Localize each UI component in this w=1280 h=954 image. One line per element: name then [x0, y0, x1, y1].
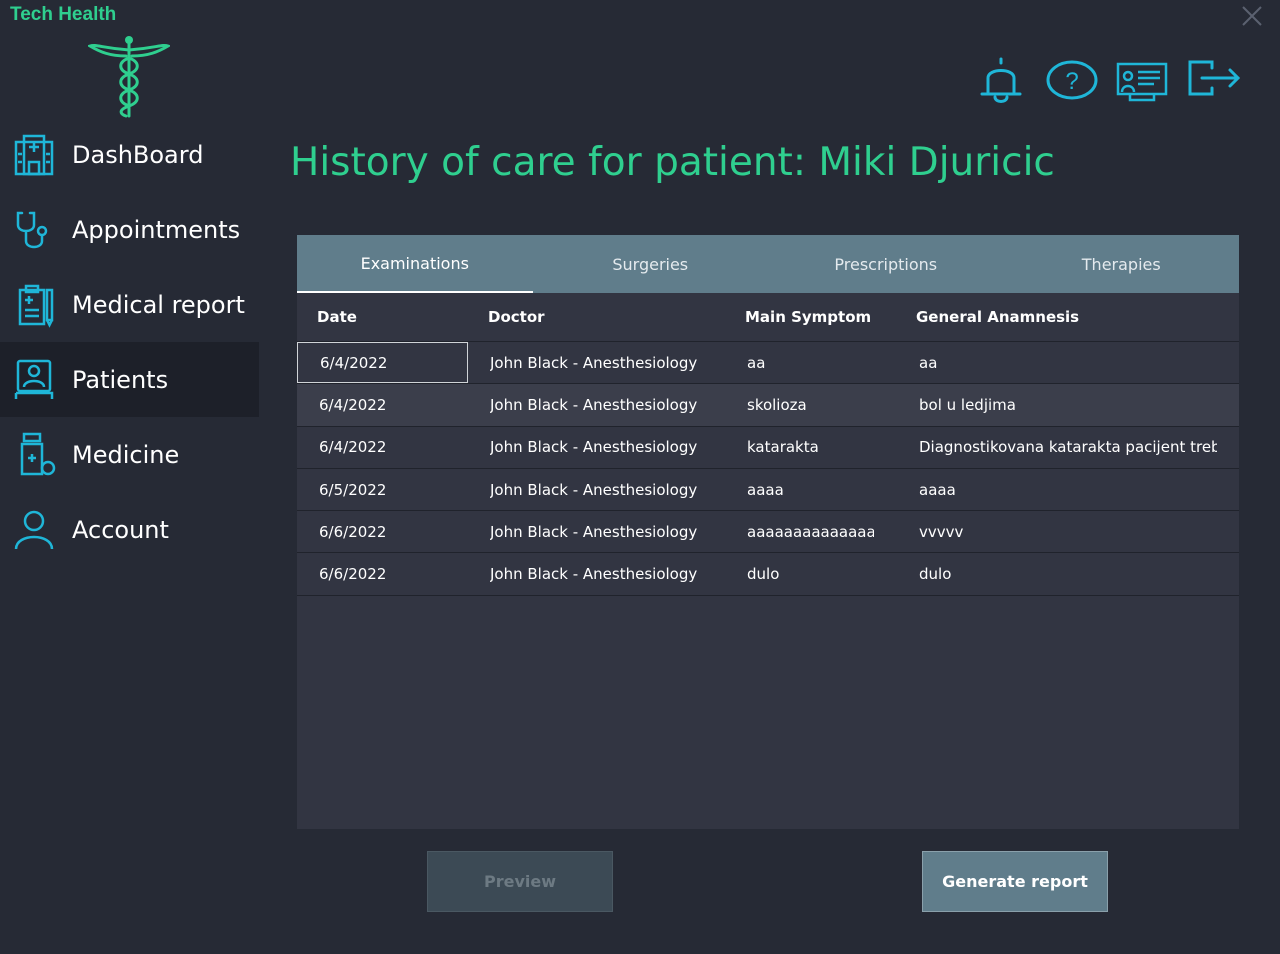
history-panel: Examinations Surgeries Prescriptions The…	[297, 235, 1239, 829]
sidebar-item-label: Medicine	[72, 440, 180, 469]
sidebar-item-appointments[interactable]: Appointments	[0, 192, 259, 267]
tab-surgeries[interactable]: Surgeries	[533, 235, 769, 293]
sidebar-item-label: DashBoard	[72, 140, 204, 169]
table-row[interactable]: 6/5/2022 John Black - Anesthesiology aaa…	[297, 469, 1239, 512]
cell-main-symptom[interactable]: katarakta	[747, 427, 874, 468]
sidebar-item-account[interactable]: Account	[0, 492, 259, 567]
sidebar-item-label: Account	[72, 515, 169, 544]
cell-date[interactable]: 6/6/2022	[319, 511, 459, 552]
cell-doctor[interactable]: John Black - Anesthesiology	[490, 469, 740, 510]
cell-doctor[interactable]: John Black - Anesthesiology	[490, 511, 740, 552]
column-header-doctor[interactable]: Doctor	[488, 293, 545, 341]
svg-text:?: ?	[1065, 68, 1078, 95]
cell-date[interactable]: 6/4/2022	[319, 427, 459, 468]
cell-doctor[interactable]: John Black - Anesthesiology	[490, 427, 740, 468]
table-row[interactable]: 6/6/2022 John Black - Anesthesiology dul…	[297, 553, 1239, 596]
table-header: Date Doctor Main Symptom General Anamnes…	[297, 293, 1239, 342]
caduceus-logo-icon	[88, 36, 170, 118]
help-icon[interactable]: ?	[1046, 56, 1098, 104]
bell-icon[interactable]	[976, 56, 1026, 104]
cell-date[interactable]: 6/6/2022	[319, 553, 459, 594]
clipboard-icon	[18, 284, 54, 328]
preview-button[interactable]: Preview	[427, 851, 613, 912]
cell-general-anamnesis[interactable]: aaaa	[919, 469, 1217, 510]
sidebar-item-medicine[interactable]: Medicine	[0, 417, 259, 492]
sidebar-item-label: Appointments	[72, 215, 241, 244]
cell-main-symptom[interactable]: aaaa	[747, 469, 874, 510]
cell-main-symptom[interactable]: aa	[747, 342, 874, 383]
cell-date[interactable]: 6/5/2022	[319, 469, 459, 510]
app-title: Tech Health	[10, 4, 117, 25]
cell-general-anamnesis[interactable]: Diagnostikovana katarakta pacijent treba	[919, 427, 1217, 468]
cell-main-symptom[interactable]: dulo	[747, 553, 874, 594]
cell-general-anamnesis[interactable]: bol u ledjima	[919, 384, 1217, 425]
sidebar: DashBoard Appointments Medical report Pa…	[0, 117, 259, 567]
cell-doctor[interactable]: John Black - Anesthesiology	[490, 384, 740, 425]
tab-bar: Examinations Surgeries Prescriptions The…	[297, 235, 1239, 293]
cell-doctor[interactable]: John Black - Anesthesiology	[490, 553, 740, 594]
cell-main-symptom[interactable]: aaaaaaaaaaaaaaaa	[747, 511, 874, 552]
cell-general-anamnesis[interactable]: aa	[919, 342, 1217, 383]
presentation-icon[interactable]	[1116, 56, 1168, 102]
cell-general-anamnesis[interactable]: vvvvv	[919, 511, 1217, 552]
patient-icon	[14, 359, 54, 399]
sidebar-item-patients[interactable]: Patients	[0, 342, 259, 417]
logout-icon[interactable]	[1186, 56, 1242, 102]
table-row[interactable]: 6/4/2022 John Black - Anesthesiology kat…	[297, 427, 1239, 469]
tab-examinations[interactable]: Examinations	[297, 235, 533, 293]
medicine-bottle-icon	[20, 432, 56, 475]
page-title: History of care for patient: Miki Djuric…	[290, 140, 1055, 185]
table-row[interactable]: 6/4/2022 John Black - Anesthesiology aa …	[297, 342, 1239, 385]
sidebar-item-label: Patients	[72, 365, 169, 394]
table-row[interactable]: 6/4/2022 John Black - Anesthesiology sko…	[297, 384, 1239, 427]
cell-date[interactable]: 6/4/2022	[319, 384, 459, 425]
cell-date[interactable]: 6/4/2022	[297, 342, 468, 384]
sidebar-item-dashboard[interactable]: DashBoard	[0, 117, 259, 192]
table-row[interactable]: 6/6/2022 John Black - Anesthesiology aaa…	[297, 511, 1239, 554]
hospital-icon	[14, 134, 54, 175]
tab-therapies[interactable]: Therapies	[1004, 235, 1240, 293]
cell-doctor[interactable]: John Black - Anesthesiology	[490, 342, 740, 383]
cell-general-anamnesis[interactable]: dulo	[919, 553, 1217, 594]
close-icon[interactable]	[1240, 4, 1264, 28]
column-header-date[interactable]: Date	[317, 293, 357, 341]
column-header-general-anamnesis[interactable]: General Anamnesis	[916, 293, 1079, 341]
cell-main-symptom[interactable]: skolioza	[747, 384, 874, 425]
stethoscope-icon	[16, 211, 48, 248]
tab-prescriptions[interactable]: Prescriptions	[768, 235, 1004, 293]
sidebar-item-medical-report[interactable]: Medical report	[0, 267, 259, 342]
user-icon	[14, 510, 54, 549]
sidebar-item-label: Medical report	[72, 290, 245, 319]
generate-report-button[interactable]: Generate report	[922, 851, 1108, 912]
column-header-main-symptom[interactable]: Main Symptom	[745, 293, 871, 341]
